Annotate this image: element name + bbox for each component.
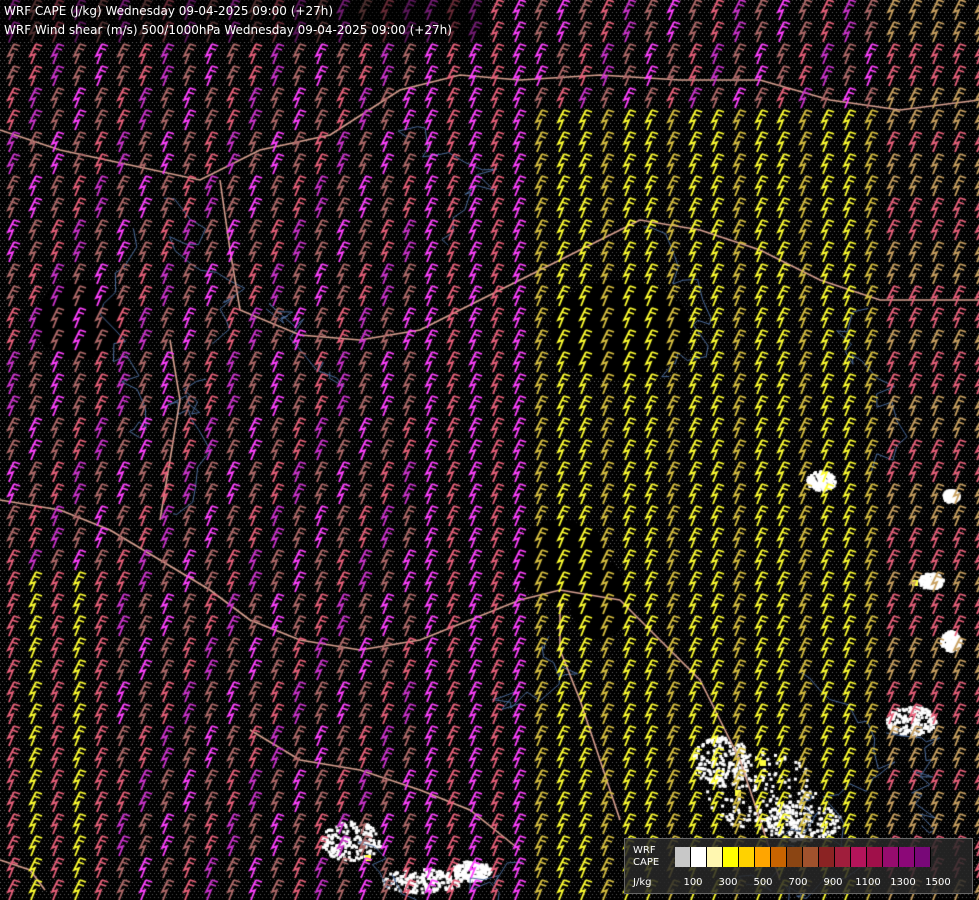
legend-swatch: [723, 847, 739, 867]
legend-tick-label: 500: [753, 877, 773, 888]
legend-variable: CAPE: [633, 857, 660, 868]
legend-swatch: [691, 847, 707, 867]
legend-swatch: [835, 847, 851, 867]
legend-swatch: [675, 847, 691, 867]
legend-swatch: [771, 847, 787, 867]
map-title-box: WRF CAPE (J/kg) Wednesday 09-04-2025 09:…: [0, 0, 488, 42]
legend-tick-label: 300: [718, 877, 738, 888]
legend-ticks: 100 300 500 700 900 1100 1300 1500: [675, 877, 965, 889]
legend-swatch: [755, 847, 771, 867]
legend-swatch: [739, 847, 755, 867]
legend-swatch: [819, 847, 835, 867]
legend-tick-label: 1300: [890, 877, 916, 888]
cape-legend: WRF CAPE J/kg 100 300 500 700 900 1100 1300 150…: [624, 838, 973, 894]
legend-swatch: [915, 847, 931, 867]
legend-unit: J/kg: [633, 877, 652, 888]
cape-title: WRF CAPE (J/kg) Wednesday 09-04-2025 09:…: [4, 4, 333, 18]
legend-swatch: [883, 847, 899, 867]
legend-tick-label: 900: [823, 877, 843, 888]
legend-swatch: [851, 847, 867, 867]
legend-swatch: [787, 847, 803, 867]
legend-tick-label: 1100: [855, 877, 881, 888]
weather-map-canvas: [0, 0, 979, 900]
wind-shear-title: WRF Wind shear (m/s) 500/1000hPa Wednesd…: [4, 23, 452, 37]
legend-swatch: [867, 847, 883, 867]
legend-swatch: [899, 847, 915, 867]
legend-tick-label: 700: [788, 877, 808, 888]
legend-swatch: [707, 847, 723, 867]
legend-model: WRF: [633, 845, 656, 856]
legend-name: WRF CAPE: [633, 845, 659, 869]
legend-tick-label: 1500: [925, 877, 951, 888]
legend-swatch: [803, 847, 819, 867]
legend-tick-label: 100: [683, 877, 703, 888]
legend-color-scale: [675, 847, 931, 867]
